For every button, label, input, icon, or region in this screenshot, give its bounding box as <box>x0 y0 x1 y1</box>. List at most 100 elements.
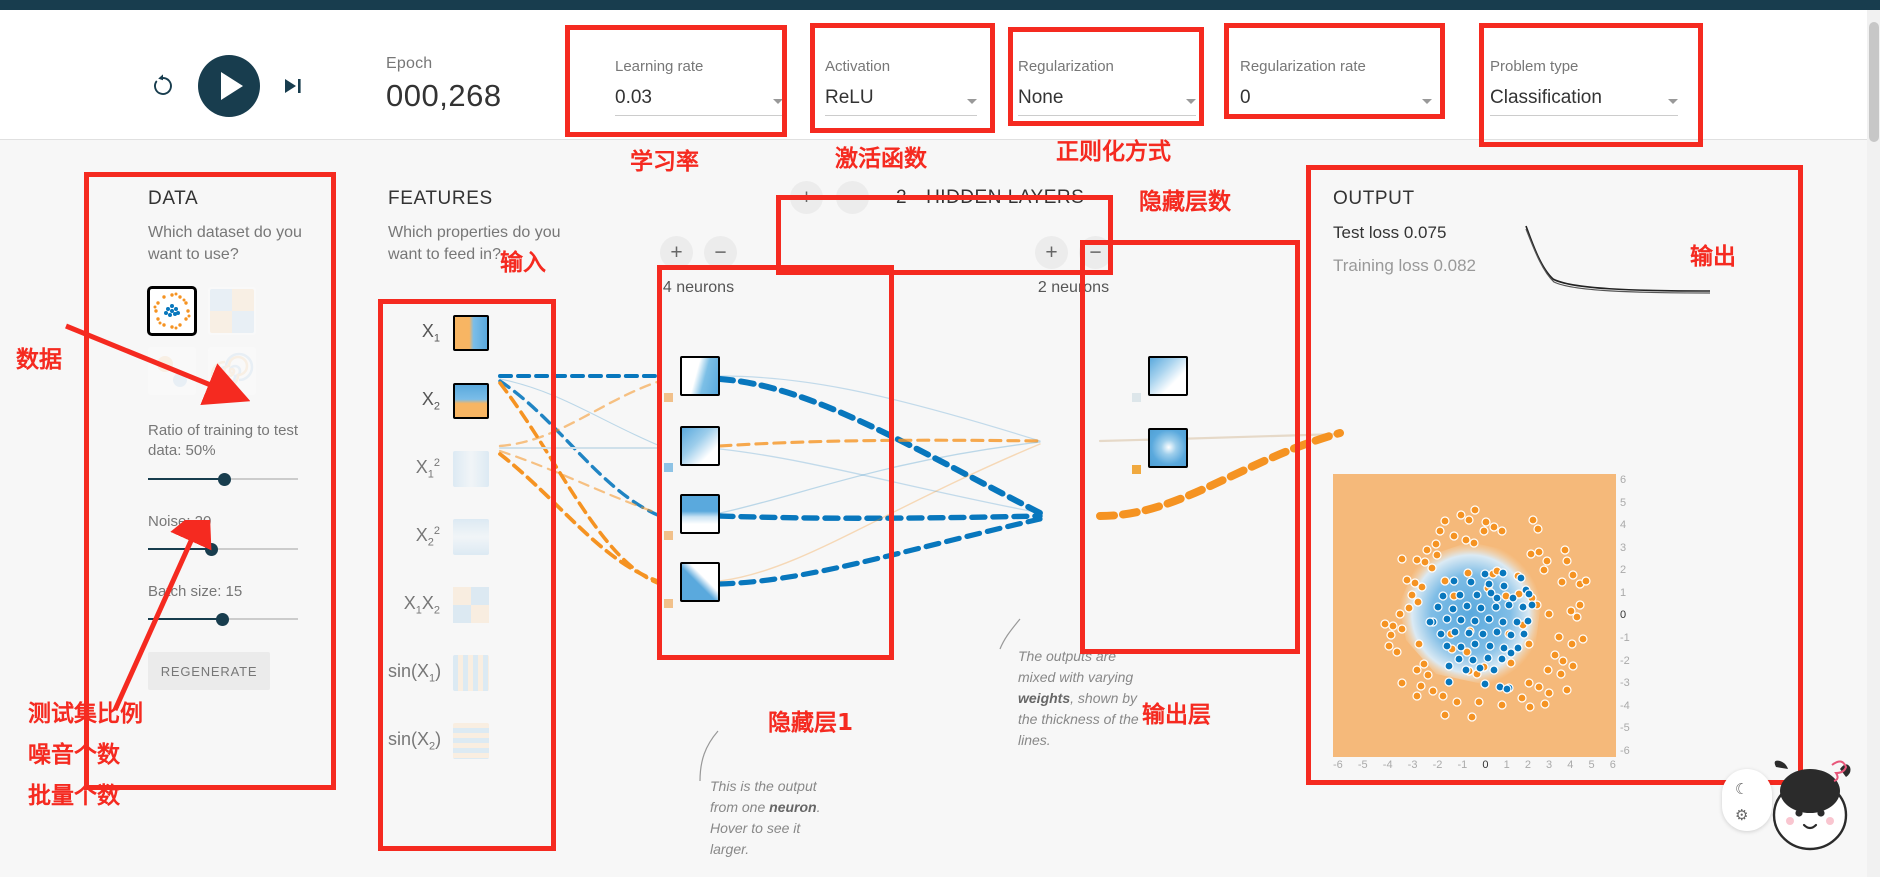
learning-rate-select[interactable]: 0.03 <box>615 87 783 116</box>
data-panel: DATA Which dataset do you want to use? R… <box>148 188 313 691</box>
top-bar <box>0 0 1880 10</box>
regenerate-button[interactable]: REGENERATE <box>148 652 270 691</box>
chevron-down-icon <box>1668 99 1678 104</box>
feature-x2[interactable]: X2 <box>388 367 563 435</box>
feature-label: X1X2 <box>403 593 440 617</box>
hidden-layers-header: + − 2 HIDDEN LAYERS <box>790 181 1084 214</box>
remove-neuron-layer-2-button[interactable]: − <box>1079 236 1112 269</box>
loss-curve-chart <box>1525 225 1711 294</box>
x-tick: -1 <box>1457 759 1468 771</box>
feature-label: X2 <box>421 389 440 413</box>
settings-icon[interactable]: ⚙ <box>1735 806 1748 824</box>
reset-icon[interactable] <box>150 73 176 99</box>
feature-list: X1 X2 X12 X22 X1X2 sin(X1) sin(X2) <box>388 299 563 775</box>
bias-l2-n2[interactable] <box>1132 465 1141 474</box>
neuron-l1-n4[interactable] <box>680 562 720 602</box>
note-weights-b: mixed with <box>1018 669 1085 685</box>
neuron-l1-n3[interactable] <box>680 494 720 534</box>
add-neuron-layer-2-button[interactable]: + <box>1035 236 1068 269</box>
output-title: OUTPUT <box>1333 188 1415 209</box>
x-tick: -6 <box>1333 759 1343 771</box>
feature-x2-squared[interactable]: X22 <box>388 503 563 571</box>
feature-label: X1 <box>421 321 440 345</box>
neuron-output-arrow <box>718 371 720 383</box>
mascot-decoration <box>1772 760 1851 851</box>
x-tick: -4 <box>1382 759 1393 771</box>
moon-icon[interactable]: ☾ <box>1735 780 1748 798</box>
ratio-slider[interactable] <box>148 472 313 486</box>
layer-1-buttons: + − <box>660 236 737 269</box>
problem-type-value: Classification <box>1490 87 1602 108</box>
activation-select[interactable]: ReLU <box>825 87 977 116</box>
problem-type-select[interactable]: Classification <box>1490 87 1678 116</box>
scrollbar-track[interactable] <box>1867 10 1880 877</box>
control-header: Epoch 000,268 Learning rate 0.03 Activat… <box>0 10 1880 140</box>
add-hidden-layer-button[interactable]: + <box>790 181 823 214</box>
y-tick: -6 <box>1620 744 1630 757</box>
play-button[interactable] <box>198 55 260 117</box>
chevron-down-icon <box>773 99 783 104</box>
add-neuron-layer-1-button[interactable]: + <box>660 236 693 269</box>
regularization-select[interactable]: None <box>1018 87 1196 116</box>
feature-x1[interactable]: X1 <box>388 299 563 367</box>
feature-thumb <box>453 723 489 760</box>
regularization-rate-select[interactable]: 0 <box>1240 87 1432 116</box>
dataset-circle[interactable] <box>148 287 196 336</box>
remove-neuron-layer-1-button[interactable]: − <box>704 236 737 269</box>
feature-sin-x2[interactable]: sin(X2) <box>388 707 563 775</box>
neuron-output-arrow <box>718 441 720 453</box>
slider-knob[interactable] <box>216 613 229 627</box>
dataset-xor[interactable] <box>208 287 256 336</box>
batch-slider[interactable] <box>148 612 313 627</box>
bias-l1-n2[interactable] <box>664 463 673 472</box>
x-tick: -3 <box>1407 759 1418 771</box>
feature-label: X22 <box>415 525 440 549</box>
y-tick: 3 <box>1620 541 1627 554</box>
features-panel: FEATURES Which properties do you want to… <box>388 188 563 775</box>
bias-l1-n1[interactable] <box>664 393 673 402</box>
remove-hidden-layer-button[interactable]: − <box>836 181 869 214</box>
layer-2-header: + − 2 neurons <box>1035 236 1112 297</box>
feature-x1x2[interactable]: X1X2 <box>388 571 563 639</box>
hidden-layers-count: 2 <box>896 186 908 208</box>
regularization-rate-value: 0 <box>1240 87 1251 108</box>
scrollbar-thumb[interactable] <box>1869 22 1879 142</box>
activation-control: Activation ReLU <box>825 58 977 116</box>
x-tick: 5 <box>1588 759 1595 771</box>
neuron-output-arrow <box>718 509 720 521</box>
step-forward-icon[interactable] <box>282 76 304 96</box>
chevron-down-icon <box>1186 99 1196 104</box>
dataset-spiral[interactable] <box>208 347 256 396</box>
bias-l1-n4[interactable] <box>664 599 673 608</box>
note-neuron: This is the output from one neuron. Hove… <box>710 776 835 860</box>
dataset-gauss[interactable] <box>148 347 196 396</box>
ratio-label: Ratio of training to test data: 50% <box>148 422 299 460</box>
neuron-output-arrow <box>1186 443 1188 455</box>
neuron-l2-n1[interactable] <box>1148 356 1188 396</box>
y-tick: 4 <box>1620 519 1627 532</box>
activation-value: ReLU <box>825 87 874 108</box>
x-tick: 0 <box>1482 759 1489 771</box>
feature-x1-squared[interactable]: X12 <box>388 435 563 503</box>
x-tick: 1 <box>1503 759 1510 771</box>
batch-slider-block: Batch size: 15 <box>148 582 313 627</box>
features-title: FEATURES <box>388 188 493 209</box>
bias-l1-n3[interactable] <box>664 531 673 540</box>
y-tick: -1 <box>1620 632 1630 645</box>
x-tick: 3 <box>1546 759 1553 771</box>
neuron-l2-n2[interactable] <box>1148 428 1188 468</box>
epoch-value: 000,268 <box>386 78 502 113</box>
note-weights-a: The outputs are <box>1018 648 1117 664</box>
neuron-l1-n2[interactable] <box>680 426 720 466</box>
heatmap-canvas[interactable]: -6 -5 -4 -3 -2 -1 0 1 2 3 4 5 6 6 5 4 3 … <box>1333 474 1630 771</box>
floating-toolbar[interactable]: ☾ ⚙ <box>1722 769 1772 831</box>
feature-sin-x1[interactable]: sin(X1) <box>388 639 563 707</box>
neuron-l1-n1[interactable] <box>680 356 720 396</box>
bias-l2-n1[interactable] <box>1132 393 1141 402</box>
layer-1-neuron-count: 4 neurons <box>662 279 735 296</box>
slider-fill <box>148 547 211 550</box>
layer-1-header: + − 4 neurons <box>660 236 737 297</box>
slider-knob[interactable] <box>205 542 218 556</box>
slider-knob[interactable] <box>218 472 231 486</box>
noise-slider[interactable] <box>148 542 313 556</box>
